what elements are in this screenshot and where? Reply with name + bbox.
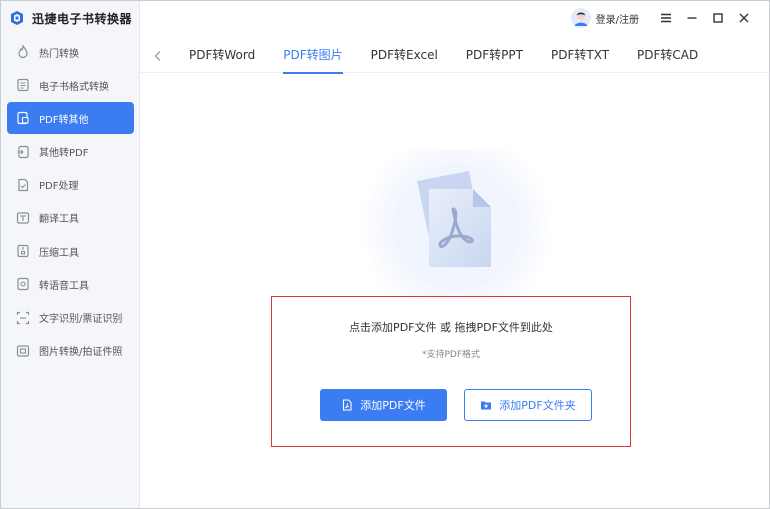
compress-icon <box>16 244 30 258</box>
add-pdf-folder-button[interactable]: 添加PDF文件夹 <box>464 389 592 421</box>
add-pdf-folder-label: 添加PDF文件夹 <box>499 399 576 412</box>
close-icon[interactable] <box>731 8 757 28</box>
tab-pdf-to-ppt[interactable]: PDF转PPT <box>452 39 537 73</box>
app-window: 迅捷电子书转换器 热门转换 电子书格式转换 PDF转其他 其他转PDF PDF处… <box>0 0 770 509</box>
add-pdf-file-label: 添加PDF文件 <box>360 399 426 412</box>
app-title: 迅捷电子书转换器 <box>32 11 133 26</box>
translate-icon <box>16 211 30 225</box>
hot-icon <box>16 45 30 59</box>
tab-pdf-to-word[interactable]: PDF转Word <box>175 39 269 73</box>
tab-pdf-to-excel[interactable]: PDF转Excel <box>357 39 452 73</box>
tab-pdf-to-cad[interactable]: PDF转CAD <box>623 39 712 73</box>
pdf-process-icon <box>16 178 30 192</box>
pdf-file-icon <box>341 399 353 411</box>
maximize-icon[interactable] <box>705 8 731 28</box>
titlebar-controls: 登录/注册 <box>570 7 757 29</box>
sidebar-item-label: 图片转换/拍证件照 <box>39 347 123 359</box>
sidebar-item-compress[interactable]: 压缩工具 <box>7 235 134 267</box>
chevron-left-icon[interactable] <box>141 39 175 73</box>
sidebar-item-label: 压缩工具 <box>39 247 79 259</box>
avatar <box>570 8 591 28</box>
sidebar-item-label: 其他转PDF <box>39 148 89 160</box>
tab-bar: PDF转Word PDF转图片 PDF转Excel PDF转PPT PDF转TX… <box>141 39 769 74</box>
brand: 迅捷电子书转换器 <box>9 8 132 28</box>
sidebar-item-pdf-process[interactable]: PDF处理 <box>7 169 134 201</box>
minimize-icon[interactable] <box>679 8 705 28</box>
sidebar-item-ebook[interactable]: 电子书格式转换 <box>7 69 134 101</box>
file-drop-zone[interactable]: 点击添加PDF文件 或 拖拽PDF文件到此处 *支持PDF格式 添加PDF文件 … <box>271 296 631 447</box>
ebook-icon <box>16 78 30 92</box>
sidebar: 迅捷电子书转换器 热门转换 电子书格式转换 PDF转其他 其他转PDF PDF处… <box>1 1 140 508</box>
sidebar-item-label: 热门转换 <box>39 48 79 60</box>
pdf-export-icon <box>16 111 30 125</box>
sidebar-item-label: PDF转其他 <box>39 114 89 126</box>
login-label: 登录/注册 <box>595 14 639 26</box>
sidebar-item-label: PDF处理 <box>39 181 79 193</box>
sidebar-item-other-to-pdf[interactable]: 其他转PDF <box>7 136 134 168</box>
drop-zone-subtitle: *支持PDF格式 <box>421 350 481 360</box>
sidebar-item-ocr[interactable]: 文字识别/票证识别 <box>7 302 134 334</box>
sidebar-nav: 热门转换 电子书格式转换 PDF转其他 其他转PDF PDF处理 翻译工具 压缩… <box>7 36 134 368</box>
menu-icon[interactable] <box>653 8 679 28</box>
sidebar-item-label: 翻译工具 <box>39 214 79 226</box>
sidebar-item-label: 转语音工具 <box>39 280 89 292</box>
sidebar-item-image[interactable]: 图片转换/拍证件照 <box>7 335 134 367</box>
sidebar-item-speech[interactable]: 转语音工具 <box>7 268 134 300</box>
tab-pdf-to-image[interactable]: PDF转图片 <box>269 39 356 74</box>
image-icon <box>16 344 30 358</box>
sidebar-item-translate[interactable]: 翻译工具 <box>7 202 134 234</box>
drop-zone-title: 点击添加PDF文件 或 拖拽PDF文件到此处 <box>349 321 553 334</box>
speech-icon <box>16 277 30 291</box>
add-folder-icon <box>480 399 492 411</box>
pdf-import-icon <box>16 145 30 159</box>
tab-pdf-to-txt[interactable]: PDF转TXT <box>537 39 623 73</box>
sidebar-item-label: 文字识别/票证识别 <box>39 314 123 325</box>
sidebar-item-pdf-to-other[interactable]: PDF转其他 <box>7 102 134 135</box>
add-pdf-file-button[interactable]: 添加PDF文件 <box>320 389 447 421</box>
ocr-icon <box>16 311 30 325</box>
sidebar-item-label: 电子书格式转换 <box>39 81 109 93</box>
sidebar-item-hot[interactable]: 热门转换 <box>7 36 134 68</box>
login-button[interactable]: 登录/注册 <box>570 8 639 28</box>
app-logo-icon <box>9 10 25 26</box>
pdf-illustration-icon <box>357 129 557 325</box>
